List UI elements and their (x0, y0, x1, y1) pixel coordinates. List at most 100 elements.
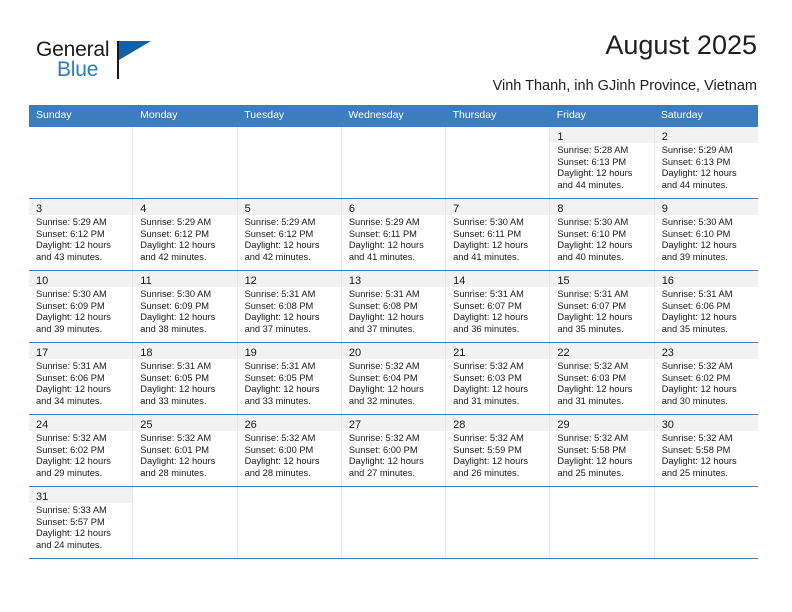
daylight-text-line1: Daylight: 12 hours (557, 384, 633, 395)
daylight-text-line2: and 41 minutes. (453, 251, 520, 262)
sunset-text: Sunset: 6:12 PM (140, 228, 210, 239)
day-number-band: 7 (446, 199, 550, 215)
day-number: 6 (348, 203, 355, 215)
calendar-day-cell-empty (237, 487, 342, 558)
sunset-text: Sunset: 6:10 PM (661, 228, 731, 239)
day-sun-info: Sunrise: 5:32 AM Sunset: 6:02 PM Daylight:… (655, 359, 758, 410)
daylight-text-line1: Daylight: 12 hours (453, 312, 529, 323)
day-sun-info: Sunrise: 5:31 AM Sunset: 6:06 PM Daylight:… (655, 287, 758, 338)
page-title: August 2025 (605, 30, 757, 60)
calendar-day-cell[interactable]: 25 Sunrise: 5:32 AM Sunset: 6:01 PM Dayligh… (133, 415, 238, 486)
calendar-day-cell[interactable]: 14 Sunrise: 5:31 AM Sunset: 6:07 PM Dayligh… (446, 271, 551, 342)
calendar-day-cell-empty (446, 487, 551, 558)
day-sun-info: Sunrise: 5:29 AM Sunset: 6:11 PM Daylight:… (342, 215, 445, 266)
calendar-day-cell[interactable]: 8 Sunrise: 5:30 AM Sunset: 6:10 PM Daylight… (550, 199, 655, 270)
day-number-band (133, 487, 237, 503)
daylight-text-line2: and 40 minutes. (557, 251, 624, 262)
daylight-text-line1: Daylight: 12 hours (661, 168, 737, 179)
sunrise-text: Sunrise: 5:32 AM (453, 433, 524, 443)
calendar-day-cell[interactable]: 20 Sunrise: 5:32 AM Sunset: 6:04 PM Dayligh… (341, 343, 447, 414)
daylight-text-line2: and 30 minutes. (661, 395, 728, 406)
calendar-day-cell[interactable]: 18 Sunrise: 5:31 AM Sunset: 6:05 PM Dayligh… (133, 343, 238, 414)
day-number: 19 (244, 347, 257, 359)
calendar-day-cell[interactable]: 2 Sunrise: 5:29 AM Sunset: 6:13 PM Daylight… (654, 127, 758, 198)
calendar-day-cell[interactable]: 21 Sunrise: 5:32 AM Sunset: 6:03 PM Dayligh… (446, 343, 551, 414)
day-number-band: 28 (446, 415, 550, 431)
day-sun-info: Sunrise: 5:31 AM Sunset: 6:08 PM Daylight:… (342, 287, 445, 338)
calendar-day-cell[interactable]: 24 Sunrise: 5:32 AM Sunset: 6:02 PM Dayligh… (29, 415, 134, 486)
daylight-text-line1: Daylight: 12 hours (36, 384, 111, 395)
day-number: 28 (453, 419, 466, 431)
daylight-text-line1: Daylight: 12 hours (244, 456, 320, 467)
sunset-text: Sunset: 6:01 PM (140, 444, 210, 455)
daylight-text-line2: and 37 minutes. (348, 323, 415, 334)
day-sun-info: Sunrise: 5:29 AM Sunset: 6:12 PM Daylight:… (29, 215, 132, 266)
sunset-text: Sunset: 6:00 PM (244, 444, 314, 455)
daylight-text-line2: and 42 minutes. (140, 251, 207, 262)
sunrise-text: Sunrise: 5:32 AM (348, 433, 420, 443)
daylight-text-line1: Daylight: 12 hours (244, 312, 320, 323)
calendar-day-cell[interactable]: 3 Sunrise: 5:29 AM Sunset: 6:12 PM Daylight… (29, 199, 134, 270)
day-sun-info: Sunrise: 5:32 AM Sunset: 6:02 PM Daylight:… (29, 431, 132, 482)
day-number: 15 (557, 275, 570, 287)
calendar-day-cell[interactable]: 16 Sunrise: 5:31 AM Sunset: 6:06 PM Dayligh… (654, 271, 758, 342)
sunrise-text: Sunrise: 5:31 AM (36, 361, 107, 371)
calendar-day-cell[interactable]: 26 Sunrise: 5:32 AM Sunset: 6:00 PM Dayligh… (237, 415, 342, 486)
calendar-week-row: 24 Sunrise: 5:32 AM Sunset: 6:02 PM Dayligh… (29, 414, 758, 486)
daylight-text-line2: and 39 minutes. (36, 323, 103, 334)
calendar-day-cell[interactable]: 17 Sunrise: 5:31 AM Sunset: 6:06 PM Dayligh… (29, 343, 134, 414)
calendar-day-cell[interactable]: 9 Sunrise: 5:30 AM Sunset: 6:10 PM Daylight… (654, 199, 758, 270)
day-number: 21 (453, 347, 466, 359)
day-number-band: 14 (446, 271, 550, 287)
day-number-band (133, 127, 237, 143)
daylight-text-line1: Daylight: 12 hours (36, 528, 111, 539)
day-number: 12 (244, 275, 257, 287)
calendar-day-cell[interactable]: 31 Sunrise: 5:33 AM Sunset: 5:57 PM Dayligh… (29, 487, 134, 558)
sunset-text: Sunset: 6:06 PM (661, 300, 731, 311)
daylight-text-line2: and 33 minutes. (244, 395, 311, 406)
sunrise-text: Sunrise: 5:31 AM (140, 361, 212, 371)
day-number: 31 (36, 491, 49, 503)
day-number-band: 31 (29, 487, 133, 503)
calendar-day-cell[interactable]: 27 Sunrise: 5:32 AM Sunset: 6:00 PM Dayligh… (341, 415, 447, 486)
calendar-day-cell[interactable]: 7 Sunrise: 5:30 AM Sunset: 6:11 PM Daylight… (446, 199, 551, 270)
day-sun-info: Sunrise: 5:32 AM Sunset: 6:00 PM Daylight:… (342, 431, 445, 482)
day-number-band (446, 127, 550, 143)
day-number-band: 6 (341, 199, 446, 215)
daylight-text-line1: Daylight: 12 hours (661, 384, 737, 395)
calendar-day-cell-empty (133, 487, 238, 558)
calendar-day-cell[interactable]: 28 Sunrise: 5:32 AM Sunset: 5:59 PM Dayligh… (446, 415, 551, 486)
calendar-day-cell[interactable]: 5 Sunrise: 5:29 AM Sunset: 6:12 PM Daylight… (237, 199, 342, 270)
calendar-day-cell[interactable]: 22 Sunrise: 5:32 AM Sunset: 6:03 PM Dayligh… (550, 343, 655, 414)
calendar-day-cell[interactable]: 15 Sunrise: 5:31 AM Sunset: 6:07 PM Dayligh… (550, 271, 655, 342)
day-sun-info: Sunrise: 5:29 AM Sunset: 6:12 PM Daylight:… (133, 215, 236, 266)
calendar-day-cell[interactable]: 4 Sunrise: 5:29 AM Sunset: 6:12 PM Daylight… (133, 199, 238, 270)
day-number-band: 25 (133, 415, 237, 431)
calendar-day-cell[interactable]: 6 Sunrise: 5:29 AM Sunset: 6:11 PM Daylight… (341, 199, 447, 270)
calendar-day-cell[interactable]: 30 Sunrise: 5:32 AM Sunset: 5:58 PM Dayligh… (654, 415, 758, 486)
sunrise-text: Sunrise: 5:32 AM (140, 433, 212, 443)
calendar-day-cell-empty (654, 487, 758, 558)
day-number: 13 (348, 275, 362, 287)
sunset-text: Sunset: 6:11 PM (453, 228, 522, 239)
calendar-day-cell[interactable]: 10 Sunrise: 5:30 AM Sunset: 6:09 PM Dayligh… (29, 271, 134, 342)
day-number-band (237, 487, 341, 503)
calendar-week-row: 10 Sunrise: 5:30 AM Sunset: 6:09 PM Dayligh… (29, 270, 758, 342)
calendar-day-cell[interactable]: 11 Sunrise: 5:30 AM Sunset: 6:09 PM Dayligh… (133, 271, 238, 342)
sunrise-text: Sunrise: 5:29 AM (661, 145, 733, 155)
day-number: 22 (557, 347, 570, 359)
day-sun-info: Sunrise: 5:32 AM Sunset: 5:58 PM Daylight:… (550, 431, 653, 482)
calendar-day-cell[interactable]: 29 Sunrise: 5:32 AM Sunset: 5:58 PM Dayligh… (550, 415, 655, 486)
calendar-day-cell[interactable]: 1 Sunrise: 5:28 AM Sunset: 6:13 PM Daylight… (550, 127, 655, 198)
calendar-week-row: 31 Sunrise: 5:33 AM Sunset: 5:57 PM Dayligh… (29, 486, 758, 559)
daylight-text-line1: Daylight: 12 hours (557, 168, 633, 179)
calendar-day-cell-empty (550, 487, 655, 558)
daylight-text-line1: Daylight: 12 hours (348, 240, 424, 251)
calendar-day-cell[interactable]: 19 Sunrise: 5:31 AM Sunset: 6:05 PM Dayligh… (237, 343, 342, 414)
daylight-text-line1: Daylight: 12 hours (140, 456, 216, 467)
calendar-day-cell[interactable]: 23 Sunrise: 5:32 AM Sunset: 6:02 PM Dayligh… (654, 343, 758, 414)
calendar-day-cell[interactable]: 13 Sunrise: 5:31 AM Sunset: 6:08 PM Dayligh… (341, 271, 447, 342)
day-number: 11 (140, 275, 152, 287)
day-sun-info: Sunrise: 5:31 AM Sunset: 6:06 PM Daylight:… (29, 359, 132, 410)
calendar-day-cell[interactable]: 12 Sunrise: 5:31 AM Sunset: 6:08 PM Dayligh… (237, 271, 342, 342)
